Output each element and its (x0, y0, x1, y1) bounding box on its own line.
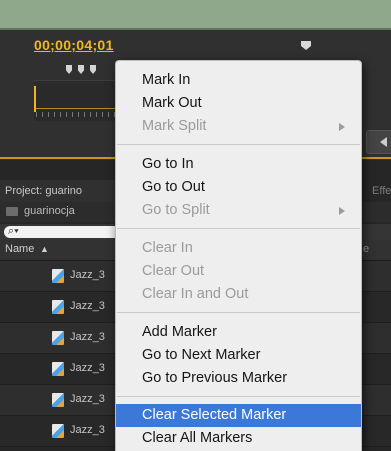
file-name: Jazz_3 (70, 269, 105, 281)
file-name: Jazz_3 (70, 300, 105, 312)
current-timecode[interactable]: 00;00;04;01 (34, 37, 114, 53)
menu-item-clear-out[interactable]: Clear Out (116, 260, 361, 283)
audio-file-icon (52, 362, 64, 376)
menu-item-clear-in[interactable]: Clear In (116, 237, 361, 260)
tab-effects[interactable]: Effe (372, 180, 391, 202)
menu-item-go-to-previous-marker[interactable]: Go to Previous Marker (116, 367, 361, 390)
menu-item-go-to-split[interactable]: Go to Split (116, 199, 361, 222)
file-name: Jazz_3 (70, 393, 105, 405)
menu-item-go-to-out[interactable]: Go to Out (116, 176, 361, 199)
menu-item-go-to-in[interactable]: Go to In (116, 153, 361, 176)
menu-item-clear-all-markers[interactable]: Clear All Markers (116, 427, 361, 450)
search-input[interactable] (4, 226, 124, 238)
menu-item-mark-out[interactable]: Mark Out (116, 92, 361, 115)
menu-item-mark-in[interactable]: Mark In (116, 69, 361, 92)
menu-separator (117, 396, 360, 397)
menu-separator (117, 228, 360, 229)
menu-separator (117, 144, 360, 145)
menu-item-mark-split[interactable]: Mark Split (116, 115, 361, 138)
marker-context-menu: Mark In Mark Out Mark Split Go to In Go … (115, 60, 362, 451)
menu-item-go-to-next-marker[interactable]: Go to Next Marker (116, 344, 361, 367)
top-strip (0, 0, 391, 30)
audio-file-icon (52, 393, 64, 407)
folder-label: guarinocja (24, 205, 75, 217)
folder-icon (6, 207, 18, 216)
in-out-range-line (36, 108, 126, 109)
submenu-arrow-icon (339, 123, 345, 131)
column-header-fragment[interactable]: e (363, 243, 369, 255)
audio-file-icon (52, 269, 64, 283)
name-column-header[interactable]: Name (5, 243, 34, 255)
submenu-arrow-icon (339, 207, 345, 215)
audio-file-icon (52, 424, 64, 438)
sort-ascending-icon: ▲ (40, 244, 49, 254)
menu-separator (117, 312, 360, 313)
search-icon: ⌕▾ (8, 225, 19, 237)
menu-item-add-marker[interactable]: Add Marker (116, 321, 361, 344)
ruler-ticks (36, 112, 126, 117)
file-name: Jazz_3 (70, 362, 105, 374)
audio-file-icon (52, 300, 64, 314)
menu-item-clear-in-and-out[interactable]: Clear In and Out (116, 283, 361, 306)
menu-item-label: Mark Split (142, 118, 207, 134)
audio-file-icon (52, 331, 64, 345)
menu-item-label: Go to Split (142, 202, 210, 218)
menu-item-clear-selected-marker[interactable]: Clear Selected Marker (116, 404, 361, 427)
file-name: Jazz_3 (70, 331, 105, 343)
file-name: Jazz_3 (70, 424, 105, 436)
arrow-left-icon (380, 137, 387, 147)
step-back-button[interactable] (366, 130, 391, 154)
